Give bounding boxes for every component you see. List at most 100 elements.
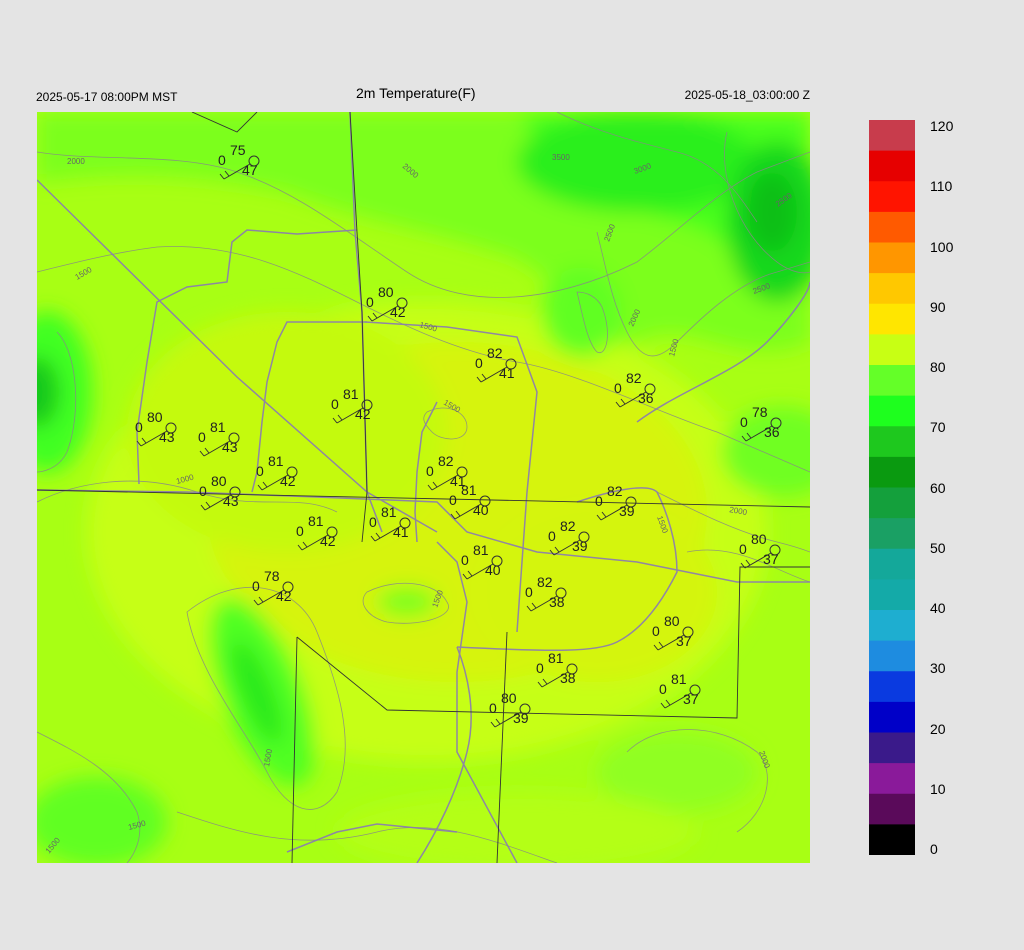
colorbar-segment <box>869 211 915 228</box>
station-precip: 0 <box>135 419 143 435</box>
station-dewpoint: 39 <box>572 538 588 554</box>
colorbar-tick-label: 70 <box>930 419 946 436</box>
station-precip: 0 <box>659 681 667 697</box>
colorbar-segment <box>869 839 915 855</box>
colorbar-segment <box>869 640 915 657</box>
map-title: 2m Temperature(F) <box>356 85 476 101</box>
station-dewpoint: 37 <box>676 633 692 649</box>
station-temperature: 81 <box>461 482 477 498</box>
station-dewpoint: 43 <box>222 439 238 455</box>
colorbar-tick-label: 50 <box>930 539 946 556</box>
colorbar-segment <box>869 349 915 366</box>
contour-label: 2000 <box>67 157 85 166</box>
station-precip: 0 <box>366 294 374 310</box>
colorbar-tick-label: 60 <box>930 479 946 496</box>
colorbar-segment <box>869 135 915 152</box>
station-dewpoint: 40 <box>473 502 489 518</box>
station-dewpoint: 47 <box>242 162 258 178</box>
station-dewpoint: 43 <box>159 429 175 445</box>
station-precip: 0 <box>252 578 260 594</box>
colorbar-segment <box>869 242 915 259</box>
station-dewpoint: 36 <box>638 390 654 406</box>
station-temperature: 82 <box>487 345 503 361</box>
colorbar-segment <box>869 303 915 320</box>
colorbar-segment <box>869 380 915 397</box>
station-dewpoint: 42 <box>390 304 406 320</box>
colorbar-segment <box>869 472 915 489</box>
colorbar-segment <box>869 548 915 565</box>
station-precip: 0 <box>198 429 206 445</box>
station-dewpoint: 37 <box>683 691 699 707</box>
colorbar-segment <box>869 319 915 335</box>
station-temperature: 80 <box>147 409 163 425</box>
colorbar-segment <box>869 502 915 519</box>
station-temperature: 81 <box>473 542 489 558</box>
station-precip: 0 <box>256 463 264 479</box>
colorbar-segment <box>869 610 915 626</box>
station-dewpoint: 42 <box>355 406 371 422</box>
colorbar-segment <box>869 288 915 305</box>
station-dewpoint: 38 <box>549 594 565 610</box>
colorbar-segment <box>869 120 915 136</box>
colorbar-segment <box>869 579 915 596</box>
colorbar-segment <box>869 809 915 825</box>
station-precip: 0 <box>740 414 748 430</box>
colorbar-segment <box>869 441 915 458</box>
station-temperature: 82 <box>537 574 553 590</box>
station-precip: 0 <box>525 584 533 600</box>
colorbar-tick-label: 0 <box>930 841 938 857</box>
temperature-map: 2000 2000 3500 3000 2500 2500 2500 2000 … <box>37 112 810 863</box>
colorbar-segment <box>869 257 915 274</box>
station-precip: 0 <box>739 541 747 557</box>
colorbar-segment <box>869 365 915 381</box>
colorbar-segment <box>869 564 915 580</box>
station-dewpoint: 42 <box>320 533 336 549</box>
station-dewpoint: 42 <box>280 473 296 489</box>
station-temperature: 78 <box>264 568 280 584</box>
station-temperature: 82 <box>438 453 454 469</box>
colorbar-segment <box>869 334 915 351</box>
station-temperature: 75 <box>230 142 246 158</box>
station-precip: 0 <box>475 355 483 371</box>
colorbar-segment <box>869 165 915 182</box>
station-precip: 0 <box>489 700 497 716</box>
colorbar-segment <box>869 456 915 473</box>
colorbar-segment <box>869 594 915 611</box>
station-precip: 0 <box>449 492 457 508</box>
station-precip: 0 <box>296 523 304 539</box>
valid-local-time: 2025-05-17 08:00PM MST <box>36 90 178 104</box>
station-temperature: 80 <box>664 613 680 629</box>
colorbar-segment <box>869 533 915 550</box>
station-precip: 0 <box>218 152 226 168</box>
colorbar-segment <box>869 732 915 749</box>
colorbar-segment <box>869 747 915 764</box>
station-temperature: 81 <box>381 504 397 520</box>
colorbar-segment <box>869 426 915 443</box>
station-temperature: 80 <box>211 473 227 489</box>
colorbar-segment <box>869 395 915 412</box>
station-precip: 0 <box>461 552 469 568</box>
station-temperature: 78 <box>752 404 768 420</box>
colorbar-segment <box>869 518 915 535</box>
colorbar-tick-label: 100 <box>930 238 954 255</box>
station-dewpoint: 38 <box>560 670 576 686</box>
colorbar-segment <box>869 778 915 795</box>
station-temperature: 80 <box>378 284 394 300</box>
station-precip: 0 <box>331 396 339 412</box>
colorbar-tick-label: 90 <box>930 298 946 315</box>
contour-label: 3500 <box>552 153 570 162</box>
colorbar-segment <box>869 181 915 198</box>
station-dewpoint: 39 <box>619 503 635 519</box>
station-dewpoint: 42 <box>276 588 292 604</box>
colorbar-tick-label: 40 <box>930 600 946 616</box>
station-temperature: 81 <box>210 419 226 435</box>
station-precip: 0 <box>369 514 377 530</box>
colorbar-segment <box>869 717 915 734</box>
colorbar-segment <box>869 273 915 290</box>
colorbar-segment <box>869 671 915 688</box>
colorbar-segment <box>869 701 915 718</box>
colorbar-tick-label: 80 <box>930 359 946 375</box>
station-dewpoint: 41 <box>499 365 515 381</box>
colorbar-segment <box>869 686 915 703</box>
station-precip: 0 <box>426 463 434 479</box>
